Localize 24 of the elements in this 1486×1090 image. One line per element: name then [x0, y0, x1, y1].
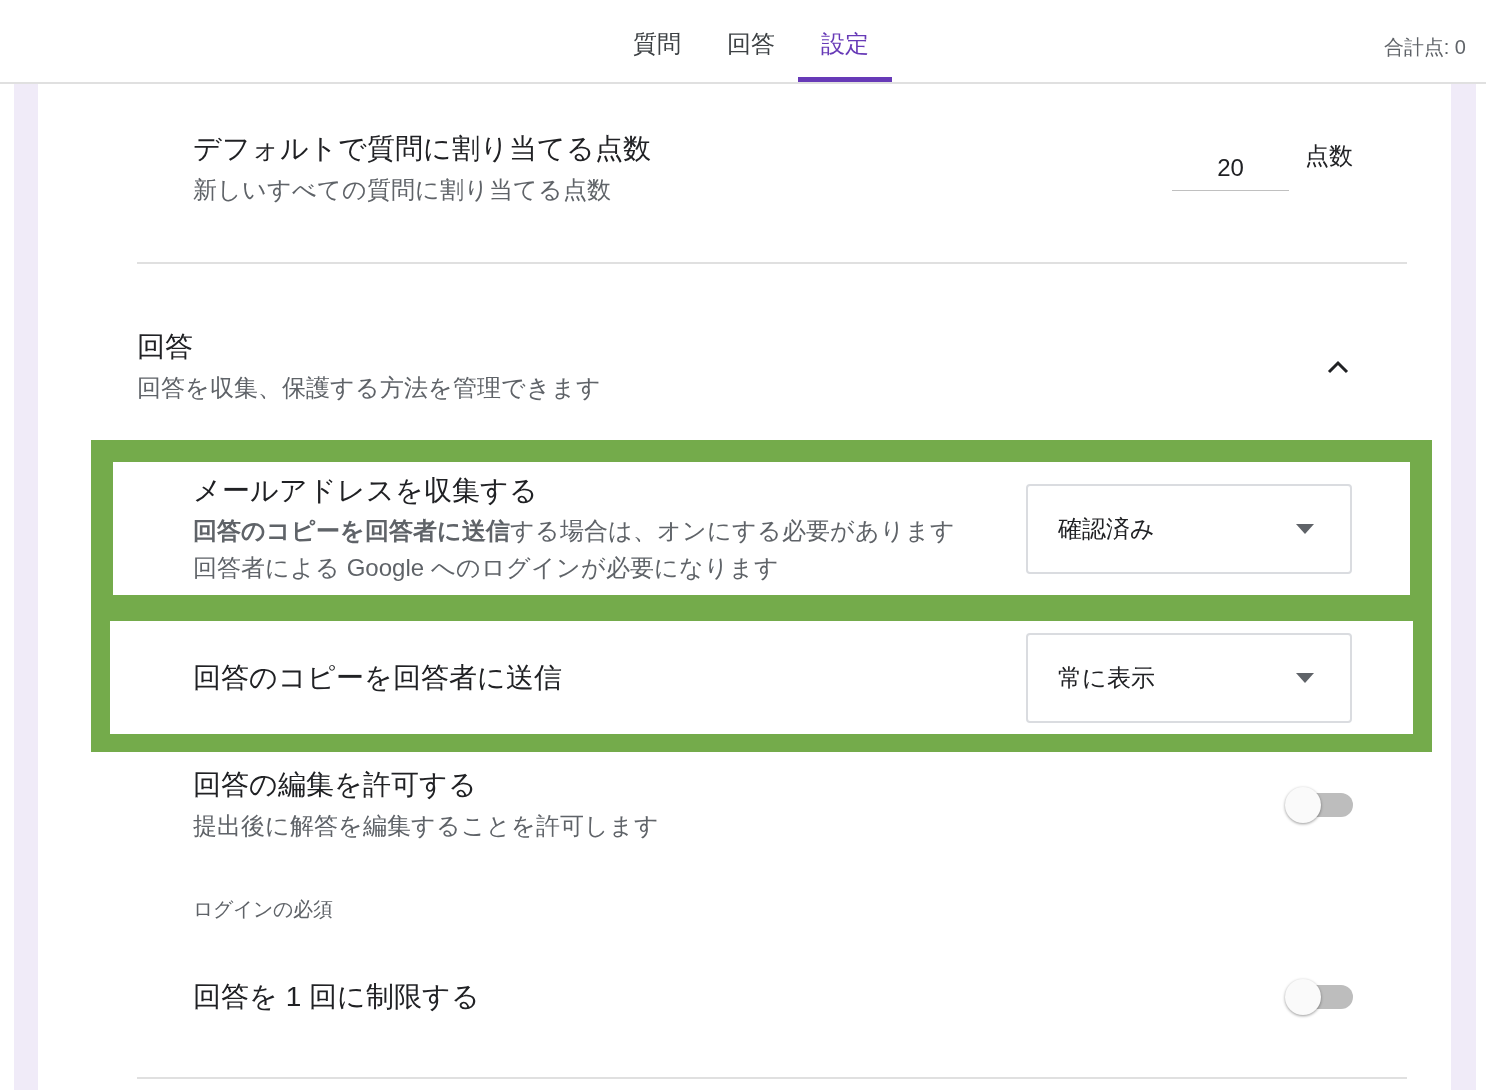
setting-note: 回答者による Google へのログインが必要になります	[193, 552, 780, 583]
section-title: 回答	[137, 330, 194, 364]
toggle-switch[interactable]	[1285, 979, 1353, 1015]
setting-description: 新しいすべての質問に割り当てる点数	[193, 175, 612, 205]
tab[interactable]: 質問	[610, 0, 704, 82]
chevron-up-icon[interactable]	[1327, 360, 1349, 374]
setting-description: 提出後に解答を編集することを許可します	[193, 811, 660, 841]
subsection-heading: ログインの必須	[193, 897, 333, 922]
setting-title: 回答のコピーを回答者に送信	[193, 660, 563, 695]
dropdown-arrow-icon	[1296, 672, 1314, 683]
total-points: 合計点: 0	[1383, 35, 1466, 60]
setting-title: 回答を 1 回に制限する	[193, 980, 482, 1014]
points-unit: 点数	[1305, 141, 1353, 171]
dropdown[interactable]: 常に表示	[1026, 632, 1352, 723]
section-description: 回答を収集、保護する方法を管理できます	[137, 373, 602, 403]
setting-title: メールアドレスを収集する	[193, 473, 539, 508]
setting-title: デフォルトで質問に割り当てる点数	[193, 132, 652, 166]
points-input-field[interactable]: 20	[1172, 144, 1289, 191]
dropdown-arrow-icon	[1296, 523, 1314, 534]
setting-title: 回答の編集を許可する	[193, 768, 478, 802]
tab[interactable]: 回答	[704, 0, 798, 82]
setting-description: 回答のコピーを回答者に送信する場合は、オンにする必要があります	[193, 515, 956, 546]
toggle-switch[interactable]	[1285, 787, 1353, 823]
dropdown[interactable]: 確認済み	[1026, 483, 1352, 574]
